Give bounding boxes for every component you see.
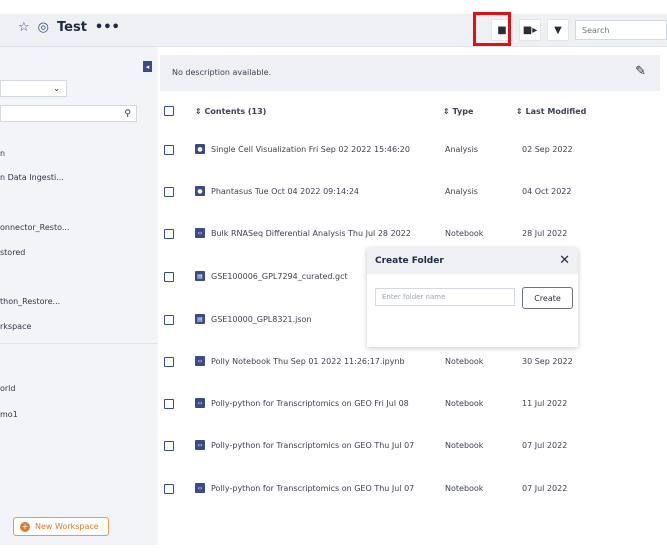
chevron-down-icon: ⌄ bbox=[53, 84, 60, 93]
sidebar-item[interactable]: n bbox=[0, 149, 5, 158]
sidebar-search-input[interactable]: ⚲ bbox=[0, 105, 137, 122]
table-row[interactable]: ‹› Polly-python for Transcriptomics on GE… bbox=[160, 480, 660, 498]
create-button[interactable]: Create bbox=[522, 287, 573, 309]
sidebar-item[interactable]: orld bbox=[0, 384, 15, 393]
table-row[interactable]: ‹› Polly Notebook Thu Sep 01 2022 11:26:1… bbox=[160, 353, 660, 371]
upload-file-button[interactable]: ■▸ bbox=[519, 19, 541, 41]
new-folder-button[interactable]: ■ bbox=[491, 19, 513, 41]
folder-name-input[interactable] bbox=[375, 288, 515, 306]
notebook-icon: ‹› bbox=[195, 440, 205, 450]
plus-icon: + bbox=[20, 521, 30, 532]
sidebar: ◂ ⌄ ⚲ n n Data Ingesti... onnector_Resto… bbox=[0, 47, 158, 545]
row-checkbox[interactable] bbox=[164, 357, 174, 367]
row-type: Analysis bbox=[445, 145, 478, 154]
more-options-button[interactable]: ••• bbox=[95, 20, 120, 35]
table-row[interactable]: ‹› Polly-python for Transcriptomics on GE… bbox=[160, 395, 660, 413]
workspace-select[interactable]: ⌄ bbox=[0, 80, 67, 97]
modal-header: Create Folder ✕ bbox=[367, 248, 578, 274]
row-name[interactable]: Phantasus Tue Oct 04 2022 09:14:24 bbox=[211, 187, 439, 196]
sidebar-item[interactable]: onnector_Resto... bbox=[0, 223, 69, 232]
row-name[interactable]: Polly-python for Transcriptomics on GEO … bbox=[211, 399, 439, 408]
top-bar: ☆ ◎ Test ••• ■ ■▸ ▼ bbox=[0, 14, 667, 47]
new-workspace-button[interactable]: + New Workspace bbox=[13, 517, 109, 536]
analysis-icon: ● bbox=[195, 144, 205, 154]
sort-type-header[interactable]: ⇕ Type bbox=[443, 107, 473, 116]
row-type: Notebook bbox=[445, 357, 484, 366]
workspace-title-group: ☆ ◎ Test ••• bbox=[18, 20, 120, 35]
description-text: No description available. bbox=[172, 68, 272, 77]
table-row[interactable]: ‹› Bulk RNASeq Differential Analysis Thu … bbox=[160, 225, 660, 243]
notebook-icon: ‹› bbox=[195, 398, 205, 408]
notebook-icon: ‹› bbox=[195, 356, 205, 366]
sidebar-item[interactable]: n Data Ingesti... bbox=[0, 173, 64, 182]
filter-icon: ▼ bbox=[554, 24, 562, 36]
row-type: Notebook bbox=[445, 229, 484, 238]
row-modified: 11 Jul 2022 bbox=[522, 399, 568, 408]
search-icon: ⚲ bbox=[124, 108, 131, 119]
row-modified: 02 Sep 2022 bbox=[522, 145, 573, 154]
workspace-title: Test bbox=[57, 20, 87, 35]
star-icon[interactable]: ☆ bbox=[18, 20, 30, 35]
analysis-icon: ● bbox=[195, 186, 205, 196]
modal-title: Create Folder bbox=[375, 256, 444, 266]
notebook-icon: ‹› bbox=[195, 228, 205, 238]
row-checkbox[interactable] bbox=[164, 484, 174, 494]
sidebar-item[interactable]: rkspace bbox=[0, 322, 31, 331]
row-name[interactable]: Polly-python for Transcriptomics on GEO … bbox=[211, 484, 439, 493]
row-checkbox[interactable] bbox=[164, 399, 174, 409]
new-folder-icon: ■ bbox=[497, 24, 507, 36]
sidebar-item[interactable]: stored bbox=[0, 248, 25, 257]
row-name[interactable]: Polly-python for Transcriptomics on GEO … bbox=[211, 441, 439, 450]
row-checkbox[interactable] bbox=[164, 315, 174, 325]
row-type: Notebook bbox=[445, 399, 484, 408]
row-modified: 30 Sep 2022 bbox=[522, 357, 573, 366]
row-name[interactable]: Polly Notebook Thu Sep 01 2022 11:26:17.… bbox=[211, 357, 439, 366]
row-type: Notebook bbox=[445, 484, 484, 493]
upload-file-icon: ■▸ bbox=[522, 24, 538, 36]
row-type: Analysis bbox=[445, 187, 478, 196]
collapse-sidebar-button[interactable]: ◂ bbox=[143, 61, 152, 72]
row-name[interactable]: Single Cell Visualization Fri Sep 02 202… bbox=[211, 145, 439, 154]
sort-contents-header[interactable]: ⇕ Contents (13) bbox=[195, 107, 266, 116]
create-folder-modal: Create Folder ✕ Create bbox=[367, 248, 578, 347]
close-icon[interactable]: ✕ bbox=[559, 253, 570, 268]
edit-pencil-icon[interactable]: ✎ bbox=[635, 64, 646, 79]
notebook-icon: ‹› bbox=[195, 483, 205, 493]
table-row[interactable]: ● Single Cell Visualization Fri Sep 02 20… bbox=[160, 141, 660, 159]
contents-column-label: Contents (13) bbox=[204, 107, 267, 116]
row-checkbox[interactable] bbox=[164, 187, 174, 197]
search-input[interactable] bbox=[575, 20, 667, 40]
row-checkbox[interactable] bbox=[164, 441, 174, 451]
row-modified: 04 Oct 2022 bbox=[522, 187, 572, 196]
file-icon: ▤ bbox=[195, 314, 205, 324]
table-header: ⇕ Contents (13) ⇕ Type ⇕ Last Modified bbox=[160, 102, 660, 120]
sidebar-item[interactable]: mo1 bbox=[0, 410, 18, 419]
modified-column-label: Last Modified bbox=[525, 107, 587, 116]
row-modified: 28 Jul 2022 bbox=[522, 229, 568, 238]
description-bar: No description available. ✎ bbox=[160, 55, 660, 91]
row-type: Notebook bbox=[445, 441, 484, 450]
eye-icon[interactable]: ◎ bbox=[38, 20, 49, 35]
filter-button[interactable]: ▼ bbox=[547, 19, 569, 41]
row-modified: 07 Jul 2022 bbox=[522, 441, 568, 450]
row-modified: 07 Jul 2022 bbox=[522, 484, 568, 493]
file-icon: ▤ bbox=[195, 271, 205, 281]
sort-modified-header[interactable]: ⇕ Last Modified bbox=[516, 107, 586, 116]
new-workspace-label: New Workspace bbox=[35, 522, 99, 531]
toolbar: ■ ■▸ ▼ bbox=[491, 18, 667, 42]
type-column-label: Type bbox=[452, 107, 474, 116]
row-checkbox[interactable] bbox=[164, 229, 174, 239]
table-row[interactable]: ‹› Polly-python for Transcriptomics on GE… bbox=[160, 437, 660, 455]
row-name[interactable]: Bulk RNASeq Differential Analysis Thu Ju… bbox=[211, 229, 439, 238]
row-checkbox[interactable] bbox=[164, 272, 174, 282]
select-all-checkbox[interactable] bbox=[164, 106, 174, 116]
table-row[interactable]: ● Phantasus Tue Oct 04 2022 09:14:24 Analy… bbox=[160, 183, 660, 201]
sidebar-item[interactable]: thon_Restore... bbox=[0, 297, 60, 306]
row-checkbox[interactable] bbox=[164, 145, 174, 155]
sidebar-divider bbox=[0, 343, 158, 344]
